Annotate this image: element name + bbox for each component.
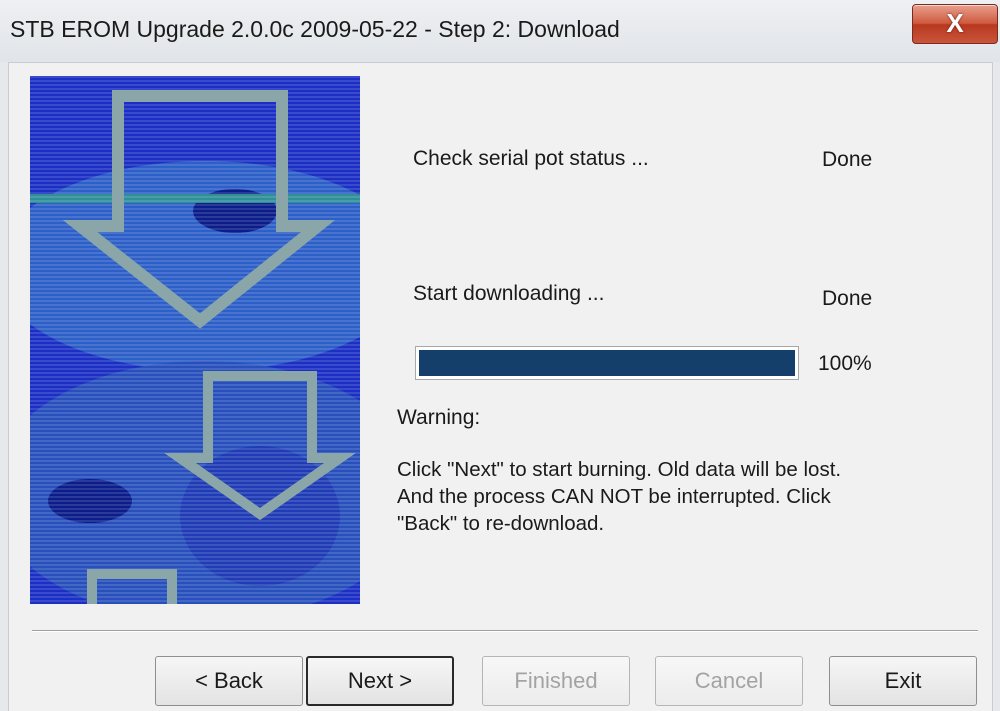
cancel-button: Cancel xyxy=(655,656,803,706)
warning-message: Click "Next" to start burning. Old data … xyxy=(397,458,842,535)
title-bar[interactable]: STB EROM Upgrade 2.0.0c 2009-05-22 - Ste… xyxy=(0,0,1000,63)
exit-button[interactable]: Exit xyxy=(829,656,977,706)
finished-button: Finished xyxy=(482,656,630,706)
check-serial-status: Done xyxy=(822,148,873,171)
button-separator xyxy=(32,630,978,632)
next-button[interactable]: Next > xyxy=(306,656,454,706)
progress-percent: 100% xyxy=(818,352,872,375)
close-button[interactable]: X xyxy=(912,4,998,44)
download-banner-image xyxy=(30,76,360,604)
upgrade-dialog: STB EROM Upgrade 2.0.0c 2009-05-22 - Ste… xyxy=(0,0,1000,711)
download-progress-fill xyxy=(419,350,795,376)
warning-heading: Warning: xyxy=(397,406,481,429)
back-button[interactable]: < Back xyxy=(155,656,303,706)
download-label: Start downloading ... xyxy=(413,282,605,305)
download-status: Done xyxy=(822,287,873,310)
download-progress-bar xyxy=(415,346,799,380)
window-frame-right xyxy=(992,62,1000,711)
window-title: STB EROM Upgrade 2.0.0c 2009-05-22 - Ste… xyxy=(10,16,620,42)
check-serial-label: Check serial pot status ... xyxy=(413,147,649,170)
window-frame-left xyxy=(0,62,9,711)
close-icon: X xyxy=(946,8,964,38)
